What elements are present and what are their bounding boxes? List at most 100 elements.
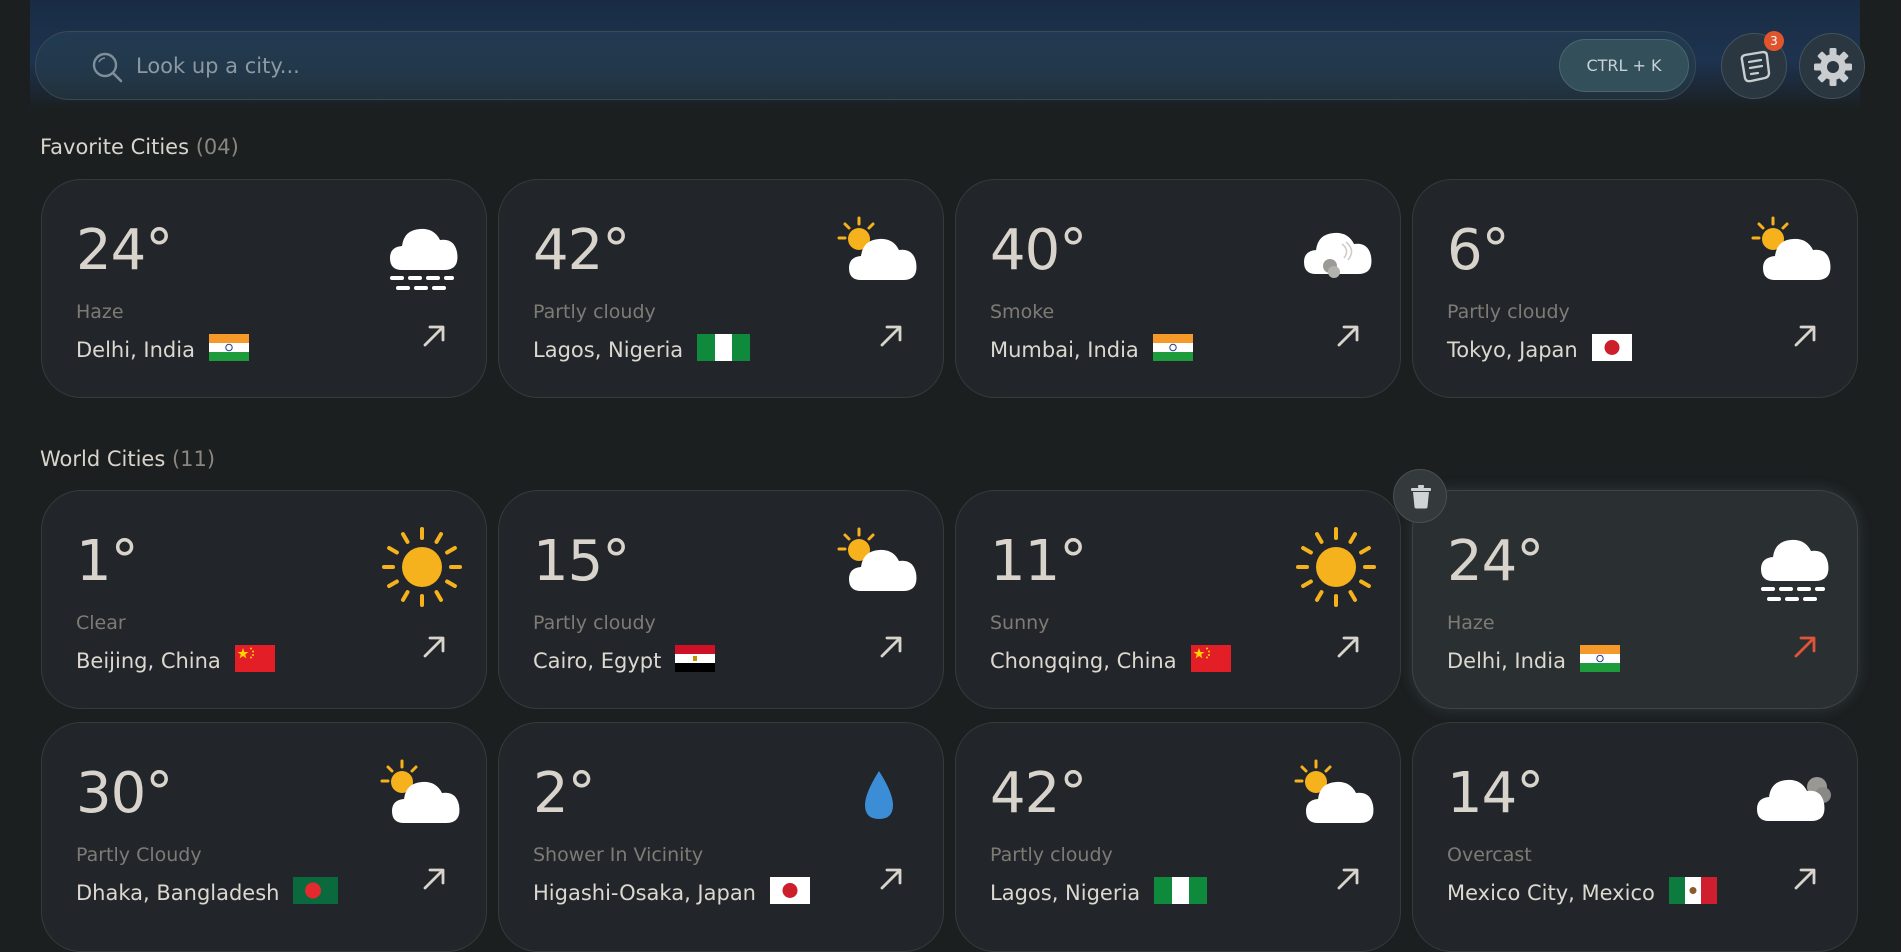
gear-icon [1814, 48, 1852, 86]
city-location: Lagos, Nigeria [533, 334, 751, 366]
city-condition: Partly cloudy [990, 844, 1113, 866]
haze-weather-icon [390, 228, 458, 290]
city-temperature: 42° [990, 761, 1087, 826]
city-card[interactable]: 30° Partly Cloudy Dhaka, Bangladesh [41, 722, 487, 952]
nigeria-flag-icon [697, 334, 751, 366]
open-city-arrow-icon[interactable] [420, 322, 448, 350]
search-icon [92, 52, 123, 83]
city-card[interactable]: 42° Partly cloudy Lagos, Nigeria [955, 722, 1401, 952]
partly-cloudy-weather-icon [837, 527, 917, 591]
india-flag-icon [208, 334, 249, 366]
city-temperature: 1° [76, 529, 139, 594]
city-temperature: 2° [533, 761, 596, 826]
city-temperature: 24° [1447, 529, 1544, 594]
city-condition: Overcast [1447, 844, 1532, 866]
city-condition: Sunny [990, 612, 1050, 634]
city-location: Chongqing, China [990, 645, 1231, 677]
city-location-label: Tokyo, Japan [1447, 338, 1578, 362]
city-card[interactable]: 24° Haze Delhi, India [1412, 490, 1858, 709]
city-temperature: 11° [990, 529, 1087, 594]
bangladesh-flag-icon [293, 877, 339, 909]
city-location: Delhi, India [76, 334, 249, 366]
city-location: Dhaka, Bangladesh [76, 877, 339, 909]
sun-weather-icon [382, 527, 462, 607]
city-condition: Haze [76, 301, 124, 323]
shortcut-hint: CTRL + K [1559, 39, 1689, 92]
japan-flag-icon [770, 877, 810, 909]
city-condition: Clear [76, 612, 126, 634]
city-condition: Partly cloudy [533, 301, 656, 323]
city-card[interactable]: 6° Partly cloudy Tokyo, Japan [1412, 179, 1858, 398]
partly-cloudy-weather-icon [380, 759, 460, 823]
open-city-arrow-icon[interactable] [1791, 633, 1819, 661]
city-card[interactable]: 11° Sunny Chongqing, China [955, 490, 1401, 709]
city-location-label: Cairo, Egypt [533, 649, 662, 673]
india-flag-icon [1152, 334, 1193, 366]
city-condition: Partly cloudy [533, 612, 656, 634]
city-location: Delhi, India [1447, 645, 1620, 677]
city-card[interactable]: 24° Haze Delhi, India [41, 179, 487, 398]
notes-button[interactable]: 3 [1721, 31, 1787, 99]
city-location-label: Lagos, Nigeria [990, 881, 1141, 905]
city-location-label: Chongqing, China [990, 649, 1177, 673]
haze-weather-icon [1761, 539, 1829, 601]
smoke-weather-icon [1304, 232, 1372, 278]
open-city-arrow-icon[interactable] [877, 322, 905, 350]
city-card[interactable]: 14° Overcast Mexico City, Mexico [1412, 722, 1858, 952]
world-section-title: World Cities (11) [40, 447, 215, 471]
open-city-arrow-icon[interactable] [1791, 322, 1819, 350]
open-city-arrow-icon[interactable] [877, 633, 905, 661]
city-location: Beijing, China [76, 645, 275, 677]
china-flag-icon [234, 645, 275, 677]
open-city-arrow-icon[interactable] [420, 633, 448, 661]
sun-weather-icon [1296, 527, 1376, 607]
city-card[interactable]: 42° Partly cloudy Lagos, Nigeria [498, 179, 944, 398]
open-city-arrow-icon[interactable] [1334, 865, 1362, 893]
search-input[interactable]: Look up a city... [136, 54, 300, 78]
drop-weather-icon [865, 771, 893, 819]
partly-cloudy-weather-icon [837, 216, 917, 280]
city-location-label: Dhaka, Bangladesh [76, 881, 280, 905]
city-location: Mumbai, India [990, 334, 1193, 366]
city-temperature: 24° [76, 218, 173, 283]
city-location: Tokyo, Japan [1447, 334, 1632, 366]
mexico-flag-icon [1668, 877, 1717, 909]
city-condition: Partly cloudy [1447, 301, 1570, 323]
city-temperature: 30° [76, 761, 173, 826]
partly-cloudy-weather-icon [1751, 216, 1831, 280]
favorites-title-text: Favorite Cities [40, 135, 190, 159]
city-location-label: Higashi-Osaka, Japan [533, 881, 756, 905]
japan-flag-icon [1591, 334, 1632, 366]
city-card[interactable]: 1° Clear Beijing, China [41, 490, 487, 709]
notes-icon [1740, 50, 1771, 83]
trash-icon [1411, 485, 1431, 509]
city-search-bar[interactable]: Look up a city... CTRL + K [35, 31, 1696, 100]
open-city-arrow-icon[interactable] [420, 865, 448, 893]
favorites-count: (04) [195, 135, 239, 159]
open-city-arrow-icon[interactable] [1334, 633, 1362, 661]
city-card[interactable]: 15° Partly cloudy Cairo, Egypt [498, 490, 944, 709]
open-city-arrow-icon[interactable] [877, 865, 905, 893]
city-temperature: 6° [1447, 218, 1510, 283]
settings-button[interactable] [1799, 33, 1865, 99]
delete-city-button[interactable] [1393, 469, 1447, 523]
city-location-label: Mexico City, Mexico [1447, 881, 1655, 905]
open-city-arrow-icon[interactable] [1791, 865, 1819, 893]
notification-badge: 3 [1764, 31, 1784, 51]
city-location: Cairo, Egypt [533, 645, 716, 677]
city-card[interactable]: 2° Shower In Vicinity Higashi-Osaka, Jap… [498, 722, 944, 952]
city-card[interactable]: 40° Smoke Mumbai, India [955, 179, 1401, 398]
india-flag-icon [1579, 645, 1620, 677]
city-location-label: Beijing, China [76, 649, 221, 673]
nigeria-flag-icon [1154, 877, 1208, 909]
city-location-label: Lagos, Nigeria [533, 338, 684, 362]
city-condition: Shower In Vicinity [533, 844, 704, 866]
open-city-arrow-icon[interactable] [1334, 322, 1362, 350]
world-count: (11) [171, 447, 216, 471]
city-location-label: Mumbai, India [990, 338, 1139, 362]
city-temperature: 14° [1447, 761, 1544, 826]
favorites-section-title: Favorite Cities (04) [40, 135, 239, 159]
partly-cloudy-weather-icon [1294, 759, 1374, 823]
city-temperature: 40° [990, 218, 1087, 283]
city-location: Higashi-Osaka, Japan [533, 877, 810, 909]
